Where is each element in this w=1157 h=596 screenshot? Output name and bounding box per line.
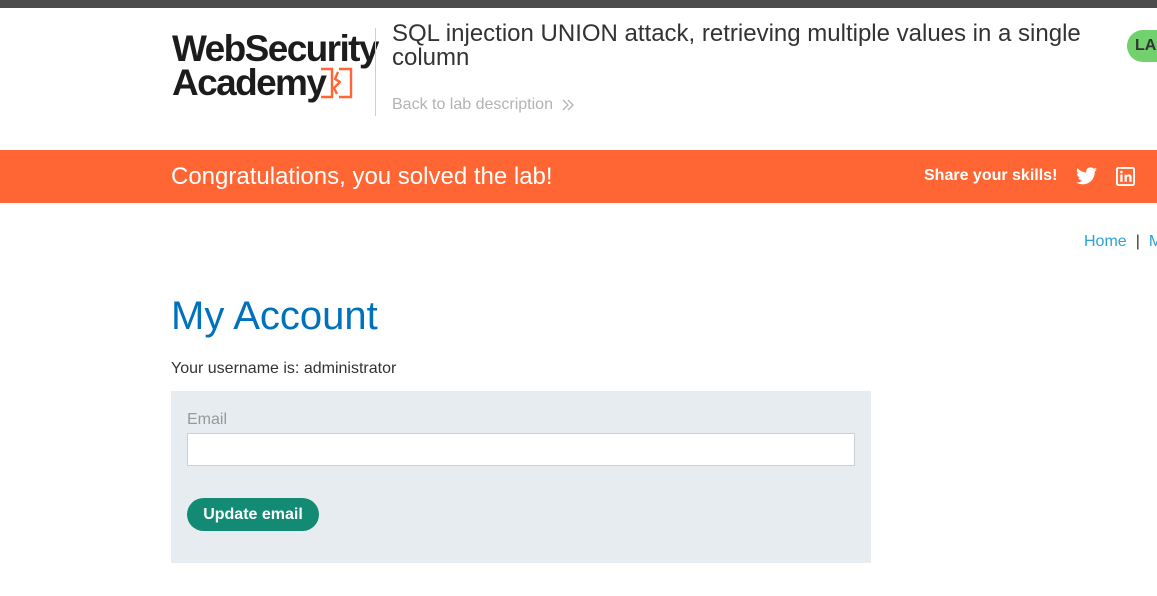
email-label: Email <box>187 411 228 428</box>
nav-separator: | <box>1135 233 1140 250</box>
email-input[interactable] <box>187 433 855 466</box>
top-bar <box>0 0 1157 8</box>
nav-home-link[interactable]: Home <box>1084 233 1127 250</box>
nav-my-account-link[interactable]: M <box>1149 233 1157 250</box>
lab-title: SQL injection UNION attack, retrieving m… <box>392 20 1081 71</box>
lab-status-badge: LA <box>1127 30 1157 62</box>
congratulations-message: Congratulations, you solved the lab! <box>171 163 553 190</box>
back-link-label: Back to lab description <box>392 96 553 113</box>
logo-line-2: Academy <box>172 62 327 103</box>
share-skills-label: Share your skills! <box>924 167 1058 184</box>
twitter-icon[interactable] <box>1076 166 1097 186</box>
lab-status-label: LA <box>1135 37 1157 54</box>
logo-mark-icon <box>321 67 353 99</box>
double-chevron-right-icon <box>562 99 574 111</box>
lab-header: WebSecurity Academy SQL injection UNION … <box>0 8 1157 150</box>
update-email-button[interactable]: Update email <box>187 498 319 531</box>
username-text: Your username is: administrator <box>171 360 397 377</box>
back-to-lab-description-link[interactable]: Back to lab description <box>392 96 575 114</box>
header-divider <box>375 28 376 116</box>
page-title: My Account <box>171 294 378 338</box>
linkedin-icon[interactable] <box>1116 167 1135 186</box>
web-security-academy-logo[interactable]: WebSecurity Academy <box>172 28 379 103</box>
solved-banner: Congratulations, you solved the lab! Sha… <box>0 150 1157 203</box>
update-email-form: Email Update email <box>171 391 871 563</box>
top-navigation: Home | M <box>1084 233 1157 251</box>
